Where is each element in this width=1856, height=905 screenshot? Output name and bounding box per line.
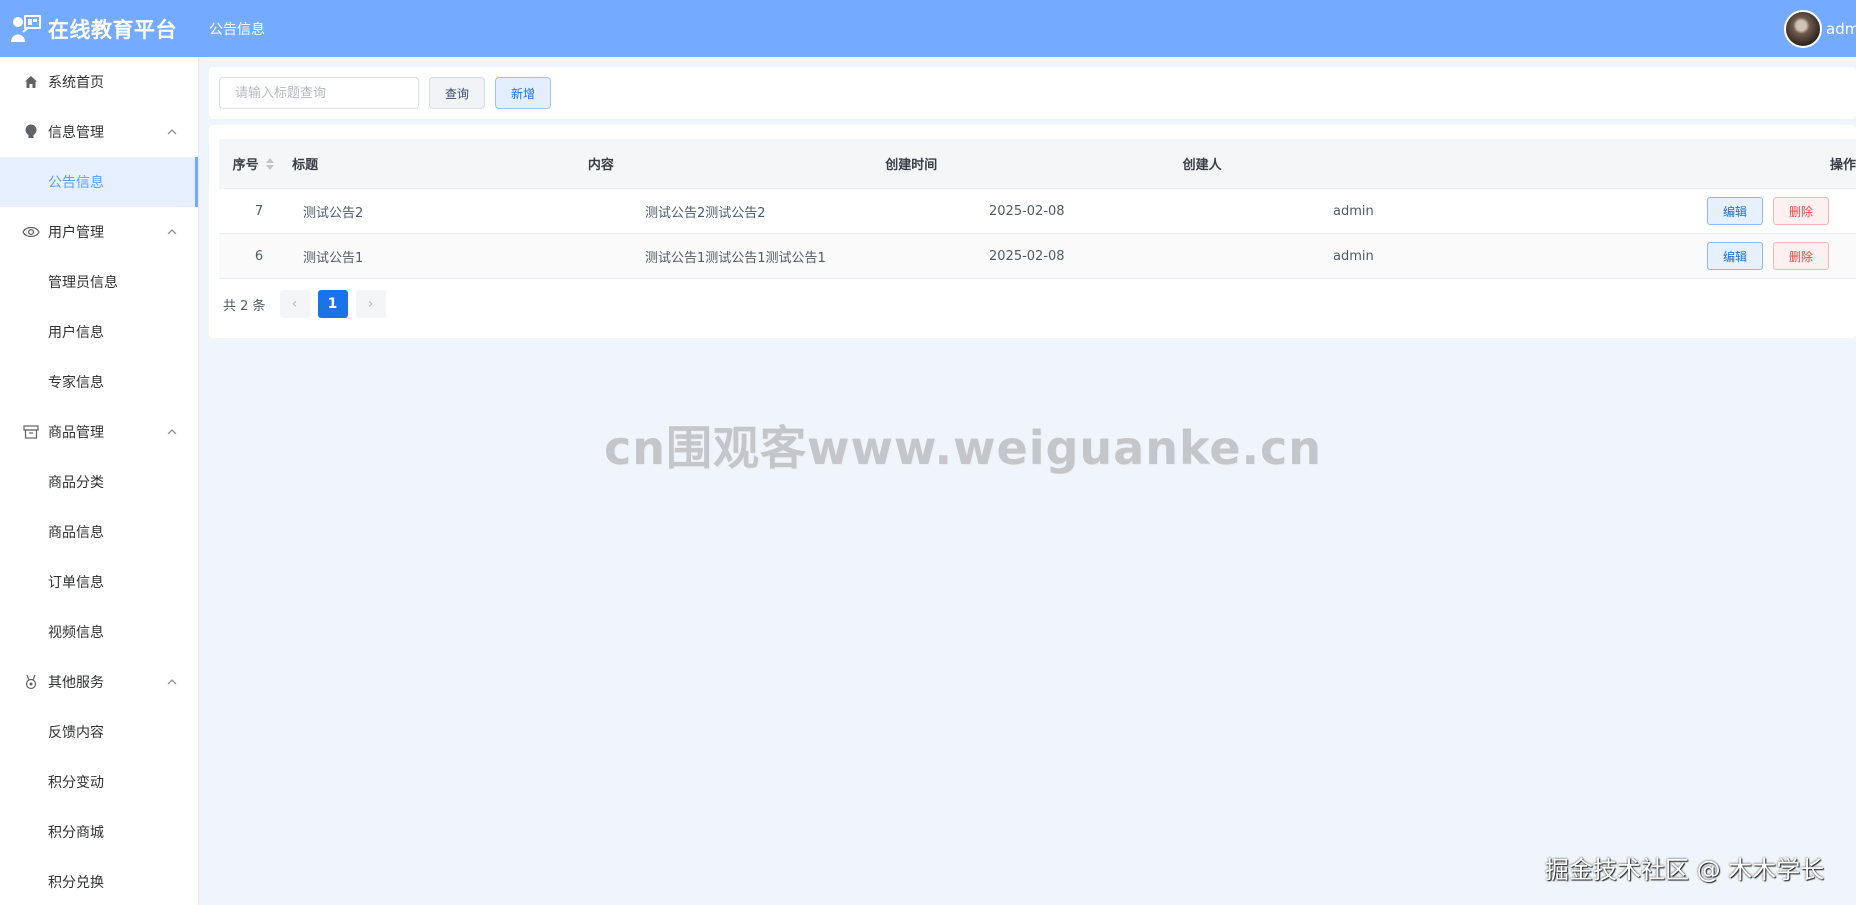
sidebar-group-label: 用户管理	[48, 225, 104, 241]
cell-content: 测试公告1测试公告1测试公告1	[645, 250, 826, 266]
cell-title: 测试公告2	[303, 205, 364, 221]
sidebar-item-label: 系统首页	[48, 75, 104, 91]
table-row: 6 测试公告1 测试公告1测试公告1测试公告1 2025-02-08 admin…	[219, 234, 1856, 279]
sidebar-item-goods[interactable]: 商品信息	[0, 507, 198, 557]
chevron-up-icon	[166, 126, 178, 138]
sidebar-group-label: 信息管理	[48, 125, 104, 141]
next-page-button[interactable]: ›	[355, 290, 386, 318]
sidebar-item-points-change[interactable]: 积分变动	[0, 757, 198, 807]
cell-time: 2025-02-08	[989, 248, 1065, 264]
box-icon	[22, 423, 40, 441]
logo[interactable]: 在线教育平台	[0, 0, 199, 57]
sidebar-item-notice[interactable]: 公告信息	[0, 157, 198, 207]
sort-icon[interactable]	[265, 157, 275, 171]
lightbulb-icon	[22, 123, 40, 141]
chevron-up-icon	[166, 426, 178, 438]
cell-actions: 编辑 删除	[1677, 197, 1856, 225]
page-number-button[interactable]: 1	[317, 290, 348, 318]
column-label: 序号	[232, 158, 259, 173]
notice-table: 序号 标题 内容 创建时间 创建人 操作 7 测试公告2 测试公告2测试公告2 …	[219, 139, 1856, 279]
add-button[interactable]: 新增	[495, 77, 552, 109]
column-header-actions: 操作	[1829, 158, 1856, 173]
sidebar-group-goods[interactable]: 商品管理	[0, 407, 198, 457]
search-bar: 查询 新增	[209, 67, 1856, 119]
sidebar-item-admin[interactable]: 管理员信息	[0, 257, 198, 307]
sidebar-group-label: 其他服务	[48, 675, 104, 691]
cell-time: 2025-02-08	[989, 203, 1065, 219]
sidebar-item-videos[interactable]: 视频信息	[0, 607, 198, 657]
cell-user: admin	[1333, 248, 1374, 264]
sidebar-item-user[interactable]: 用户信息	[0, 307, 198, 357]
prev-page-button[interactable]: ‹	[279, 290, 310, 318]
avatar[interactable]	[1784, 9, 1822, 48]
sidebar-item-home[interactable]: 系统首页	[0, 57, 198, 107]
sidebar-group-info[interactable]: 信息管理	[0, 107, 198, 157]
table-row: 7 测试公告2 测试公告2测试公告2 2025-02-08 admin 编辑 删…	[219, 189, 1856, 234]
chevron-up-icon	[166, 226, 178, 238]
column-header-time: 创建时间	[885, 158, 938, 173]
sidebar-item-orders[interactable]: 订单信息	[0, 557, 198, 607]
cell-no: 7	[254, 203, 264, 219]
cell-user: admin	[1333, 203, 1374, 219]
sidebar-group-label: 商品管理	[48, 425, 104, 441]
table-card: 序号 标题 内容 创建时间 创建人 操作 7 测试公告2 测试公告2测试公告2 …	[209, 125, 1856, 338]
eye-icon	[22, 223, 40, 241]
column-header-content: 内容	[587, 158, 614, 173]
cell-title: 测试公告1	[303, 250, 364, 266]
chevron-up-icon	[166, 676, 178, 688]
column-header-no[interactable]: 序号	[219, 154, 288, 173]
sidebar: 系统首页 信息管理 公告信息 用户管理 管理员信息 用户信息 专家信息 商品管理…	[0, 57, 199, 905]
top-header: 在线教育平台 公告信息 adm	[0, 0, 1856, 57]
home-icon	[22, 73, 40, 91]
query-button[interactable]: 查询	[429, 77, 486, 109]
edit-button[interactable]: 编辑	[1707, 197, 1763, 225]
sidebar-item-feedback[interactable]: 反馈内容	[0, 707, 198, 757]
cell-content: 测试公告2测试公告2	[645, 205, 766, 221]
sidebar-group-other[interactable]: 其他服务	[0, 657, 198, 707]
pagination-total: 共 2 条	[223, 298, 266, 314]
delete-button[interactable]: 删除	[1773, 197, 1829, 225]
sidebar-group-users[interactable]: 用户管理	[0, 207, 198, 257]
medal-icon	[22, 673, 40, 691]
column-header-user: 创建人	[1182, 158, 1222, 173]
sidebar-item-points-exchange[interactable]: 积分兑换	[0, 857, 198, 905]
watermark-center: cn围观客www.weiguanke.cn	[604, 421, 1323, 475]
pagination: 共 2 条 ‹ 1 ›	[223, 290, 394, 318]
user-name[interactable]: adm	[1826, 20, 1856, 38]
cell-actions: 编辑 删除	[1677, 242, 1856, 270]
search-input[interactable]	[219, 77, 419, 109]
sidebar-item-category[interactable]: 商品分类	[0, 457, 198, 507]
column-header-title: 标题	[292, 158, 319, 173]
table-header: 序号 标题 内容 创建时间 创建人 操作	[219, 139, 1856, 189]
user-menu[interactable]: adm	[1784, 0, 1856, 57]
edit-button[interactable]: 编辑	[1707, 242, 1763, 270]
teacher-board-icon	[8, 11, 44, 47]
delete-button[interactable]: 删除	[1773, 242, 1829, 270]
watermark-corner: 掘金技术社区 @ 木木学长	[1545, 856, 1825, 884]
sidebar-item-expert[interactable]: 专家信息	[0, 357, 198, 407]
app-title: 在线教育平台	[48, 17, 177, 42]
sidebar-item-points-mall[interactable]: 积分商城	[0, 807, 198, 857]
breadcrumb: 公告信息	[209, 21, 265, 38]
cell-no: 6	[254, 248, 264, 264]
